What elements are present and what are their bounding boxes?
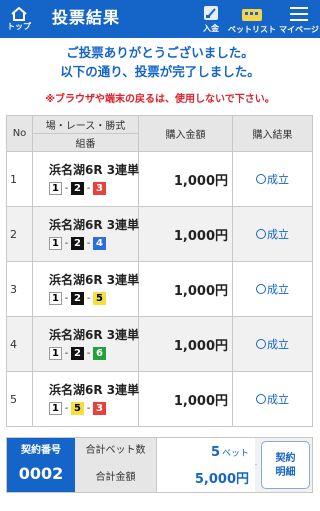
boat-1: 1 — [49, 347, 62, 360]
thanks-message: ご投票ありがとうございました。 — [66, 45, 254, 60]
bet-count-row: 合計ベット数 5 ベット — [75, 438, 257, 465]
table-row: 3 浜名湖6R 3連単 1 - 2 - 5 1,000円 成立 — [6, 261, 313, 317]
header-combo: 組番 — [32, 133, 139, 152]
deposit-label: 入金 — [203, 24, 219, 33]
combination: 1 - 2 - 4 — [49, 237, 138, 250]
table-row: 2 浜名湖6R 3連単 1 - 2 - 4 1,000円 成立 — [6, 206, 313, 262]
table-row: 4 浜名湖6R 3連単 1 - 2 - 6 1,000円 成立 — [6, 316, 313, 372]
total-amount: 5,000円 — [194, 472, 249, 487]
deposit-icon — [204, 6, 218, 20]
contract-button-line1: 契約 — [275, 453, 296, 464]
boat-2: 2 — [71, 292, 84, 305]
circle-icon — [256, 339, 266, 349]
boat-6: 6 — [93, 347, 106, 360]
boat-1: 1 — [49, 402, 62, 415]
race-name: 浜名湖6R 3連単 — [49, 383, 140, 397]
home-icon — [11, 7, 27, 21]
boat-2: 2 — [71, 347, 84, 360]
row-amount: 1,000円 — [138, 316, 233, 372]
race-name: 浜名湖6R 3連単 — [49, 273, 140, 287]
row-amount: 1,000円 — [138, 371, 233, 427]
header-no: No — [6, 115, 33, 152]
combo-separator: - — [86, 183, 91, 194]
combo-separator: - — [86, 403, 91, 414]
combo-separator: - — [64, 293, 69, 304]
row-no: 3 — [6, 261, 33, 317]
total-label: 合計金額 — [75, 465, 157, 492]
combo-separator: - — [86, 238, 91, 249]
row-no: 5 — [6, 371, 33, 427]
circle-icon — [256, 174, 266, 184]
mypage-label: マイページ — [279, 25, 319, 34]
table-row: 5 浜名湖6R 3連単 1 - 5 - 3 1,000円 成立 — [6, 371, 313, 427]
page-title: 投票結果 — [52, 8, 121, 27]
boat-5: 5 — [71, 402, 84, 415]
bet-count-label: 合計ベット数 — [75, 438, 157, 465]
summary-panel: 契約番号 0002 合計ベット数 5 ベット 合計金額 5,000円 契約 明細 — [6, 437, 313, 493]
combo-separator: - — [64, 403, 69, 414]
completed-message: 以下の通り、投票が完了しました。 — [60, 64, 260, 79]
contract-number-box: 契約番号 0002 — [7, 438, 75, 492]
combo-separator: - — [64, 238, 69, 249]
contract-number: 0002 — [18, 464, 64, 483]
betlist-label: ベットリスト — [228, 25, 276, 34]
header-result: 購入結果 — [232, 115, 313, 152]
contract-number-label: 契約番号 — [21, 445, 61, 456]
boat-1: 1 — [49, 292, 62, 305]
boat-4: 4 — [93, 237, 106, 250]
row-amount: 1,000円 — [138, 261, 233, 317]
race-name: 浜名湖6R 3連単 — [49, 163, 140, 177]
betlist-icon — [242, 9, 262, 21]
contract-detail-button[interactable]: 契約 明細 — [261, 441, 310, 489]
row-no: 4 — [6, 316, 33, 372]
boat-2: 2 — [71, 237, 84, 250]
header-race: 場・レース・勝式 — [32, 115, 139, 134]
combination: 1 - 5 - 3 — [49, 402, 138, 415]
race-name: 浜名湖6R 3連単 — [49, 218, 140, 232]
combination: 1 - 2 - 3 — [49, 182, 138, 195]
boat-2: 2 — [71, 182, 84, 195]
row-result: 成立 — [267, 228, 289, 241]
circle-icon — [256, 394, 266, 404]
boat-1: 1 — [49, 237, 62, 250]
boat-1: 1 — [49, 182, 62, 195]
row-result: 成立 — [267, 283, 289, 296]
app-header: トップ 投票結果 入金 ベットリスト マイページ — [0, 0, 320, 38]
menu-icon — [290, 7, 308, 21]
deposit-button[interactable]: 入金 — [196, 0, 226, 38]
row-result: 成立 — [267, 338, 289, 351]
header-amount: 購入金額 — [138, 115, 233, 152]
row-result: 成立 — [267, 173, 289, 186]
combination: 1 - 2 - 6 — [49, 347, 138, 360]
table-row: 1 浜名湖6R 3連単 1 - 2 - 3 1,000円 成立 — [6, 151, 313, 207]
home-button[interactable]: トップ — [0, 0, 38, 38]
combo-separator: - — [86, 293, 91, 304]
total-row: 合計金額 5,000円 — [75, 465, 257, 492]
bet-count-unit: ベット — [221, 449, 249, 459]
combination: 1 - 2 - 5 — [49, 292, 138, 305]
row-result: 成立 — [267, 393, 289, 406]
betlist-button[interactable]: ベットリスト — [228, 0, 276, 38]
boat-5: 5 — [93, 292, 106, 305]
combo-separator: - — [64, 348, 69, 359]
boat-3: 3 — [93, 402, 106, 415]
bet-result-table: No 場・レース・勝式 購入金額 購入結果 組番 1 浜名湖6R 3連単 1 -… — [6, 115, 313, 427]
bet-count: 5 — [210, 445, 220, 460]
row-no: 2 — [6, 206, 33, 262]
circle-icon — [256, 229, 266, 239]
row-amount: 1,000円 — [138, 151, 233, 207]
combo-separator: - — [86, 348, 91, 359]
combo-separator: - — [64, 183, 69, 194]
race-name: 浜名湖6R 3連単 — [49, 328, 140, 342]
row-amount: 1,000円 — [138, 206, 233, 262]
warning-message: ※ブラウザや端末の戻るは、使用しないで下さい。 — [45, 94, 275, 105]
circle-icon — [256, 284, 266, 294]
row-no: 1 — [6, 151, 33, 207]
contract-button-line2: 明細 — [275, 467, 296, 478]
home-label: トップ — [7, 22, 31, 31]
mypage-button[interactable]: マイページ — [278, 0, 320, 38]
boat-3: 3 — [93, 182, 106, 195]
